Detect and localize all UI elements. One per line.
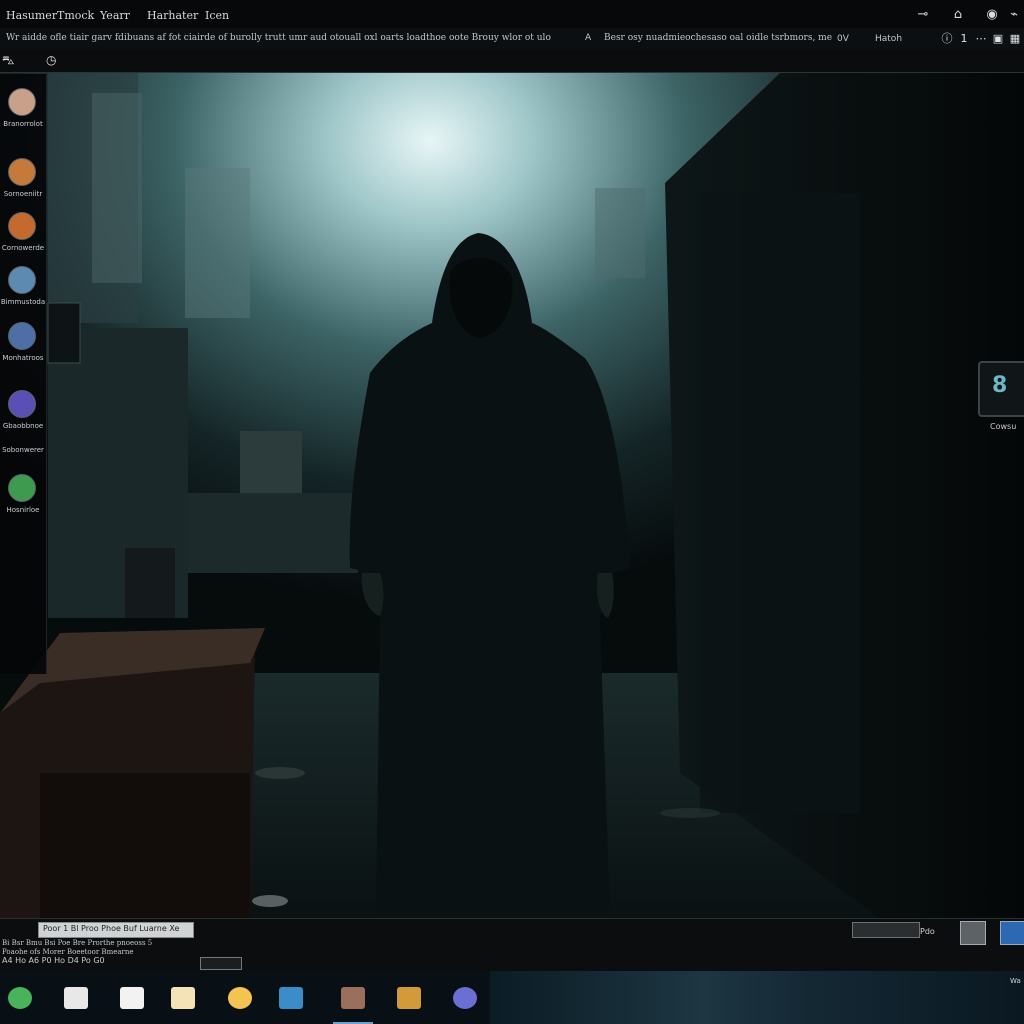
status-panel: Poor 1 Bl Proo Phoe Buf Luarne Xe Bi Bsr… xyxy=(0,918,1024,971)
address-button-right[interactable]: Hatoh xyxy=(875,34,902,44)
app-green-icon[interactable] xyxy=(8,987,32,1009)
app-note-icon[interactable] xyxy=(171,987,195,1009)
pin-icon[interactable]: ⌁ xyxy=(1006,7,1022,23)
dock-item-label: Gbaobbnoe xyxy=(2,422,44,430)
url-field[interactable]: Wr aidde ofle tiair garv fdibuans af fot… xyxy=(6,33,576,43)
status-right-label: Pdo xyxy=(920,927,935,936)
dock-item-label: Hosnirloe xyxy=(6,506,40,514)
app-globe-icon[interactable] xyxy=(453,987,477,1009)
clock-icon[interactable]: ◷ xyxy=(46,53,56,67)
info-icon[interactable]: ⓘ xyxy=(940,32,954,46)
address-bar: Wr aidde ofle tiair garv fdibuans af fot… xyxy=(0,28,1024,51)
image-thumbnail-icon[interactable] xyxy=(960,921,986,945)
app-gallery-icon[interactable] xyxy=(341,987,365,1009)
screen-icon[interactable]: ▣ xyxy=(991,32,1005,46)
app-photo-icon[interactable] xyxy=(279,987,303,1009)
taskbar: Wa xyxy=(0,971,1024,1024)
left-dock: Branorrolot Sornoeniitr Cornowerde Bimmu… xyxy=(0,74,47,674)
grid-icon[interactable]: ▦ xyxy=(1008,32,1022,46)
app-folder-icon[interactable] xyxy=(228,987,252,1009)
globe-icon xyxy=(8,212,36,240)
dock-item-1[interactable]: Sornoeniitr xyxy=(0,158,46,218)
status-input-text: Poor 1 Bl Proo Phoe Buf Luarne Xe xyxy=(43,924,180,933)
status-controls[interactable]: A4 Ho A6 P0 Ho D4 Po G0 xyxy=(2,956,105,965)
menu-item-yearr[interactable]: Yearr xyxy=(100,9,130,22)
status-mini-field[interactable] xyxy=(200,957,242,970)
key-icon[interactable]: ⊸ xyxy=(915,7,931,23)
planet-icon xyxy=(8,158,36,186)
ellipsis-icon[interactable]: ⋯ xyxy=(974,32,988,46)
car-icon[interactable]: ⛍ xyxy=(2,53,14,69)
dock-item-label: Sobonwerer xyxy=(2,446,44,454)
secondary-url-field[interactable]: Besr osy nuadmieochesaso oal oidle tsrbm… xyxy=(604,33,834,43)
dock-item-5[interactable]: Gbaobbnoe xyxy=(0,390,46,450)
dock-item-label: Monhatroos xyxy=(2,354,44,362)
bird-icon xyxy=(8,322,36,350)
dock-item-label: Sornoeniitr xyxy=(3,190,43,198)
desktop-shortcut-label: Cowsu xyxy=(990,422,1017,431)
dock-item-7[interactable]: Hosnirloe xyxy=(0,474,46,534)
menu-item-tmock[interactable]: Tmock xyxy=(57,9,94,22)
status-input[interactable]: Poor 1 Bl Proo Phoe Buf Luarne Xe xyxy=(38,922,194,938)
desktop-shortcut[interactable]: 8 xyxy=(978,361,1024,417)
camera-icon[interactable]: ◉ xyxy=(984,7,1000,23)
dock-item-3[interactable]: Bimmustoda xyxy=(0,266,46,326)
dock-item-label: Branorrolot xyxy=(3,120,43,128)
page-indicator[interactable]: 1 xyxy=(957,32,971,46)
scene-viewport xyxy=(0,73,1024,918)
galaxy-icon xyxy=(8,390,36,418)
dock-item-label: Bimmustoda xyxy=(0,298,46,306)
address-button-left[interactable]: 0V xyxy=(837,34,849,44)
menu-bar: Hasumer Tmock Yearr Harhater Icen ⊸ ⌂ ◉ … xyxy=(0,0,1024,29)
menu-item-hasumer[interactable]: Hasumer xyxy=(6,9,57,22)
app-media-icon[interactable] xyxy=(397,987,421,1009)
leaf-icon xyxy=(8,474,36,502)
shortcut-glyph-icon: 8 xyxy=(992,373,1008,398)
url-separator: A xyxy=(585,33,592,43)
dock-item-4[interactable]: Monhatroos xyxy=(0,322,46,382)
portrait-icon xyxy=(8,88,36,116)
home-icon[interactable]: ⌂ xyxy=(950,7,966,23)
menu-item-icen[interactable]: Icen xyxy=(205,9,229,22)
status-progress-field[interactable] xyxy=(852,922,920,938)
hooded-figure-scene xyxy=(0,73,1024,918)
app-file-icon[interactable] xyxy=(120,987,144,1009)
system-tray-text[interactable]: Wa xyxy=(1010,977,1021,985)
dock-item-2[interactable]: Cornowerde xyxy=(0,212,46,272)
status-line-1: Bi Bsr Bmu Bsi Poe Bre Prorthe pnoeoss 5 xyxy=(2,939,153,947)
status-line-2: Poaohe ofs Morer Boeetoor Bmearne xyxy=(2,948,134,956)
dock-item-0[interactable]: Branorrolot xyxy=(0,88,46,148)
menu-item-harhater[interactable]: Harhater xyxy=(147,9,198,22)
secondary-toolbar: ⛍ ◷ xyxy=(0,50,1024,73)
earth-icon xyxy=(8,266,36,294)
app-white-icon[interactable] xyxy=(64,987,88,1009)
taskbar-wallpaper xyxy=(490,971,1024,1024)
browser-thumbnail-icon[interactable] xyxy=(1000,921,1024,945)
dock-item-label: Cornowerde xyxy=(1,244,45,252)
